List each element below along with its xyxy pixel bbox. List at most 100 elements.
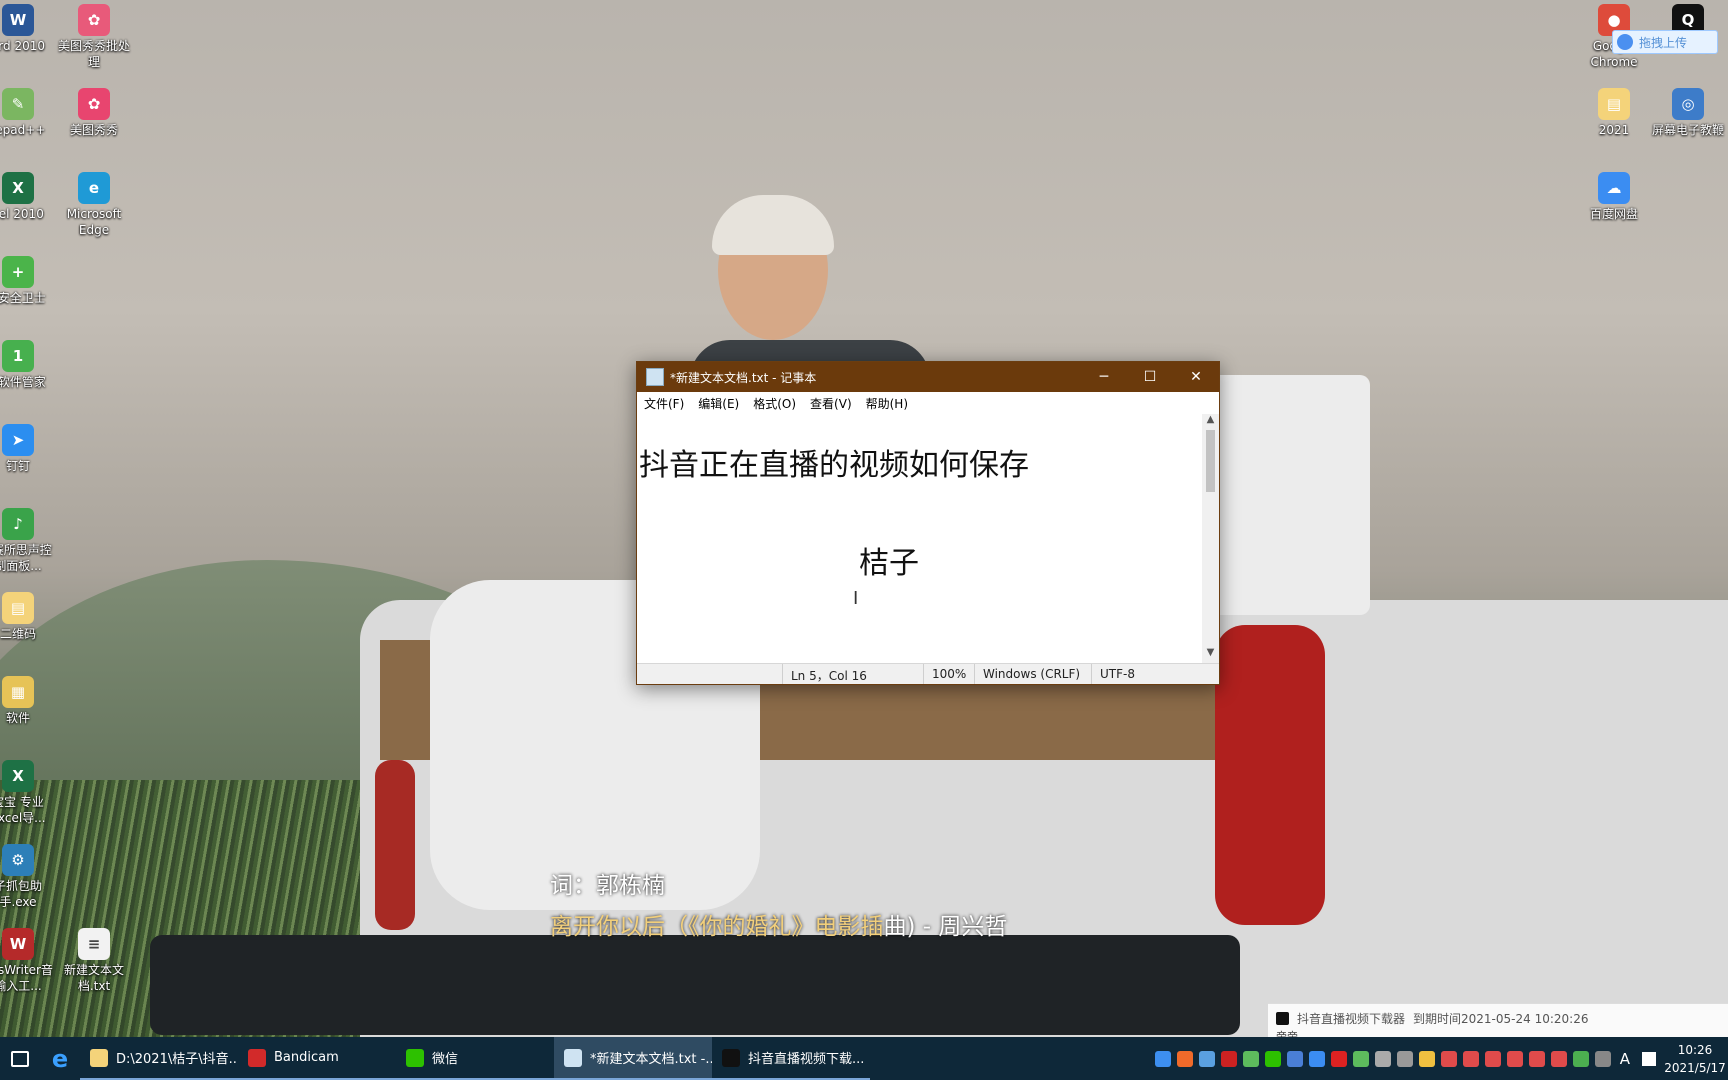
clock-time: 10:26 [1677,1042,1713,1057]
desktop-icon-label: 钉钉 [5,459,30,473]
status-line-ending: Windows (CRLF) [974,664,1091,684]
bandicam-icon [248,1048,266,1067]
desktop-icon-label: 屏幕电子教鞭 [1651,123,1724,137]
notepad-window: *新建文本文档.txt - 记事本 ─ ☐ ✕ 文件(F) 编辑(E) 格式(O… [636,361,1220,685]
notification-center-icon[interactable] [1642,1051,1656,1066]
desktop-icon-meitu-batch[interactable]: ✿ 美图秀秀批处理 [56,0,132,70]
scroll-thumb[interactable] [1206,430,1215,492]
notepad-app-icon [646,368,664,386]
desktop-icon-label: 美图秀秀 [69,123,118,137]
notepad-text-area[interactable]: 抖音正在直播的视频如何保存 桔子 I [637,414,1202,663]
tray-app-icon[interactable] [1484,1050,1501,1067]
desktop-icon-packet-tool[interactable]: ⚙子抓包助手.exe [0,840,56,910]
desktop-icon-excel[interactable]: Xcel 2010 [0,168,56,222]
tray-app-icon[interactable] [1330,1050,1347,1067]
taskbar-item-notepad[interactable]: *新建文本文档.txt -... [554,1037,712,1080]
tray-app-icon[interactable] [1286,1050,1303,1067]
desktop-icon-360-safe[interactable]: +0安全卫士 [0,252,56,306]
desktop-icon-capswriter[interactable]: WapsWriter音输入工... [0,924,56,994]
lyric-line-2: 离开你以后（《你的婚礼》电影插曲) - 周兴哲 [550,907,1007,941]
tray-app-icon[interactable] [1572,1050,1589,1067]
taskbar: e D:\2021\桔子\抖音... Bandicam 微信 *新建文本文档.txt … [0,1037,1728,1080]
desktop-icon-qrcode[interactable]: ▤ 二维码 [0,588,56,642]
scroll-down-icon[interactable]: ▼ [1202,647,1219,663]
desktop-icon-excel-pro[interactable]: X宝宝 专业Excel导... [0,756,56,826]
desktop-icon-label: 二维码 [0,627,36,641]
360-safe-icon: + [2,256,34,288]
desktop-icon-dingding[interactable]: ➤ 钉钉 [0,420,56,474]
tray-app-icon[interactable] [1462,1050,1479,1067]
menu-view[interactable]: 查看(V) [803,395,859,412]
desktop-icon-baidu-pan[interactable]: ☁ 百度网盘 [1576,168,1652,222]
desktop-icon-word[interactable]: Word 2010 [0,0,56,54]
vertical-scrollbar[interactable]: ▲ ▼ [1202,414,1219,663]
packet-tool-icon: ⚙ [2,844,34,876]
desktop-icon-label: 新建文本文档.txt [63,963,124,993]
tray-app-icon[interactable] [1352,1050,1369,1067]
text-line-title: 抖音正在直播的视频如何保存 [639,448,1029,483]
clock[interactable]: 10:26 2021/5/17 [1662,1041,1728,1077]
status-encoding: UTF-8 [1091,664,1188,684]
desktop-icon-new-txt[interactable]: ≡ 新建文本文档.txt [56,924,132,994]
software-icon: ▦ [2,676,34,708]
close-button[interactable]: ✕ [1173,362,1219,392]
taskbar-item-bandicam[interactable]: Bandicam [238,1037,396,1080]
taskbar-item-wechat[interactable]: 微信 [396,1037,554,1080]
task-view-button[interactable] [0,1037,40,1080]
desktop-icon-meitu[interactable]: ✿ 美图秀秀 [56,84,132,138]
tray-app-icon[interactable] [1594,1050,1611,1067]
desktop-icon-notepadpp[interactable]: ✎ tepad++ [0,84,56,138]
status-zoom: 100% [923,664,974,684]
desktop-icon-360-soft[interactable]: 1 0软件管家 [0,336,56,390]
desktop-icon-label: 宝宝 专业Excel导... [0,795,46,825]
text-line-author: 桔子 [859,546,919,581]
folder-2021-icon: ▤ [1598,88,1630,120]
tray-app-icon[interactable] [1154,1050,1171,1067]
tray-app-icon[interactable] [1264,1050,1281,1067]
download-notification[interactable]: 抖音直播视频下载器 到期时间2021-05-24 10:20:26 帝帝 [1268,1003,1728,1043]
taskbar-item-douyin-dl[interactable]: 抖音直播视频下载... [712,1037,870,1080]
menu-edit[interactable]: 编辑(E) [691,395,746,412]
capswriter-icon: W [2,928,34,960]
desktop-icon-edge[interactable]: e Microsoft Edge [56,168,132,238]
new-txt-icon: ≡ [78,928,110,960]
tray-app-icon[interactable] [1418,1050,1435,1067]
notification-app: 抖音直播视频下载器 [1297,1012,1406,1026]
maximize-button[interactable]: ☐ [1127,362,1173,392]
menu-help[interactable]: 帮助(H) [859,395,915,412]
tray-app-icon[interactable] [1528,1050,1545,1067]
baidu-pan-icon: ☁ [1598,172,1630,204]
screen-teach-icon: ◎ [1672,88,1704,120]
tray-app-icon[interactable] [1396,1050,1413,1067]
desktop-icon-label: cel 2010 [0,207,44,221]
tray-app-icon[interactable] [1176,1050,1193,1067]
minimize-button[interactable]: ─ [1081,362,1127,392]
tray-app-icon[interactable] [1506,1050,1523,1067]
taskbar-item-explorer[interactable]: D:\2021\桔子\抖音... [80,1037,238,1080]
tray-app-icon[interactable] [1242,1050,1259,1067]
tray-app-icon[interactable] [1374,1050,1391,1067]
desktop-icon-screen-teach[interactable]: ◎ 屏幕电子教鞭 [1650,84,1726,138]
desktop-icon-software[interactable]: ▦ 软件 [0,672,56,726]
tray-app-icon[interactable] [1308,1050,1325,1067]
taskbar-tasks: D:\2021\桔子\抖音... Bandicam 微信 *新建文本文档.txt -.… [80,1037,870,1080]
tray-app-icon[interactable] [1440,1050,1457,1067]
lyric-line-2-rest: 曲) - 周兴哲 [883,914,1008,940]
task-view-icon [11,1050,29,1067]
ime-indicator[interactable]: A [1620,1050,1630,1068]
desktop-icon-folder-2021[interactable]: ▤ 2021 [1576,84,1652,138]
menu-format[interactable]: 格式(O) [746,395,803,412]
upload-widget[interactable]: 拖拽上传 [1612,30,1718,54]
menu-file[interactable]: 文件(F) [637,395,691,412]
ie-button[interactable]: e [40,1037,80,1080]
word-icon: W [2,4,34,36]
notepad-menubar: 文件(F) 编辑(E) 格式(O) 查看(V) 帮助(H) [637,392,1219,414]
notepad-titlebar[interactable]: *新建文本文档.txt - 记事本 ─ ☐ ✕ [637,362,1219,392]
scroll-up-icon[interactable]: ▲ [1202,414,1219,430]
dingding-icon: ➤ [2,424,34,456]
wallpaper-person-hat [712,195,834,255]
tray-app-icon[interactable] [1220,1050,1237,1067]
tray-app-icon[interactable] [1198,1050,1215,1067]
desktop-icon-sound-panel[interactable]: ♪S赛所思声控制面板... [0,504,56,574]
tray-app-icon[interactable] [1550,1050,1567,1067]
